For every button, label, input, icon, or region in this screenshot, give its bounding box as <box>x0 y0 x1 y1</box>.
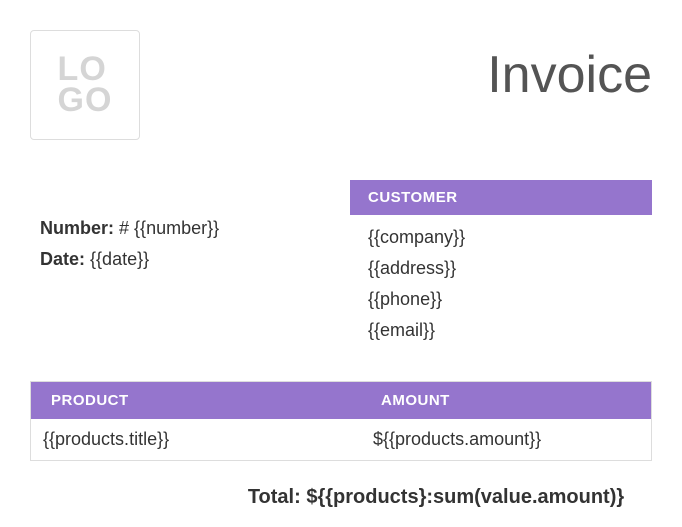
customer-address: {{address}} <box>350 258 652 279</box>
customer-header: CUSTOMER <box>350 180 652 215</box>
header: LO GO Invoice <box>30 30 652 140</box>
table-header-row: PRODUCT AMOUNT <box>31 382 651 419</box>
logo-text: LO GO <box>58 54 113 115</box>
logo-placeholder: LO GO <box>30 30 140 140</box>
cell-product-title: {{products.title}} <box>31 419 361 460</box>
details-section: Number: # {{number}} Date: {{date}} CUST… <box>30 180 652 351</box>
customer-info: CUSTOMER {{company}} {{address}} {{phone… <box>350 180 652 351</box>
products-table: PRODUCT AMOUNT {{products.title}} ${{pro… <box>30 381 652 461</box>
customer-phone: {{phone}} <box>350 289 652 310</box>
total-value: ${{products}:sum(value.amount)} <box>306 486 624 508</box>
customer-email: {{email}} <box>350 320 652 341</box>
invoice-date-row: Date: {{date}} <box>40 249 320 270</box>
number-label: Number: <box>40 218 114 238</box>
header-product: PRODUCT <box>31 382 361 419</box>
invoice-info: Number: # {{number}} Date: {{date}} <box>30 180 320 351</box>
header-amount: AMOUNT <box>361 382 651 419</box>
date-value: {{date}} <box>90 249 149 269</box>
logo-line2: GO <box>58 85 113 116</box>
table-row: {{products.title}} ${{products.amount}} <box>31 419 651 460</box>
page-title: Invoice <box>487 45 652 105</box>
cell-product-amount: ${{products.amount}} <box>361 419 651 460</box>
total-label: Total: <box>248 486 301 508</box>
total-row: Total: ${{products}:sum(value.amount)} <box>30 486 652 509</box>
customer-company: {{company}} <box>350 227 652 248</box>
date-label: Date: <box>40 249 85 269</box>
invoice-number-row: Number: # {{number}} <box>40 218 320 239</box>
number-value: # {{number}} <box>119 218 219 238</box>
